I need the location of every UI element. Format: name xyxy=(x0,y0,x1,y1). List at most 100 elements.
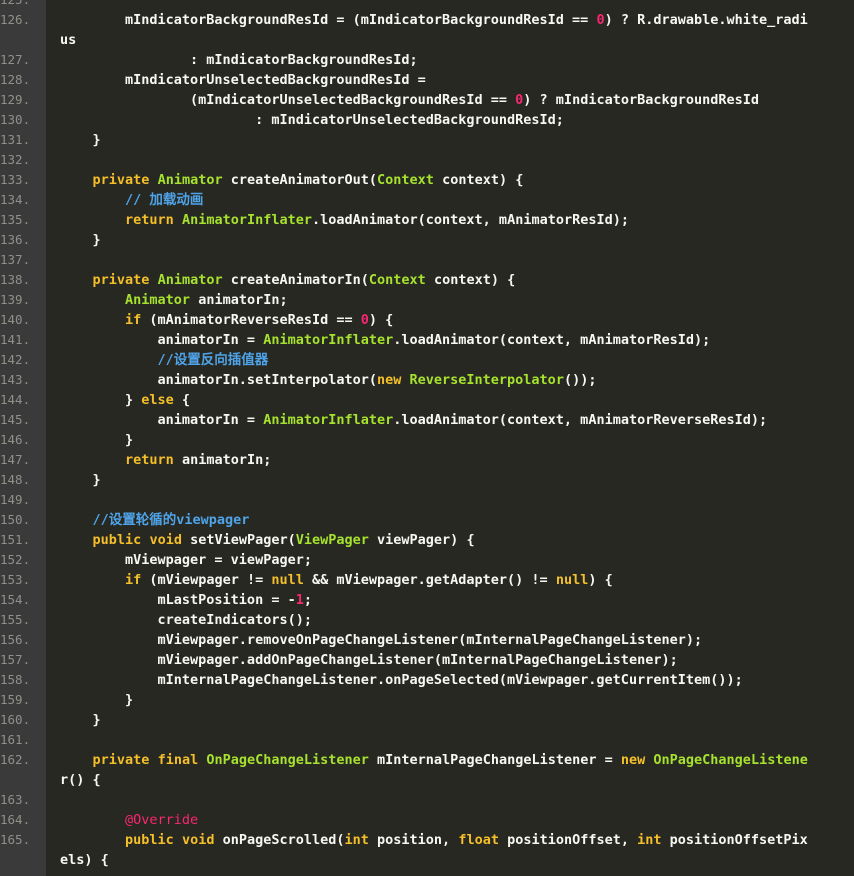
line-code: } xyxy=(60,692,134,708)
line-code: private final OnPageChangeListener mInte… xyxy=(92,752,808,768)
code-line: 142. //设置反向插值器 xyxy=(0,350,854,370)
line-number: 129. xyxy=(0,92,31,107)
code-line: 140. if (mAnimatorReverseResId == 0) { xyxy=(0,310,854,330)
code-line: 125. xyxy=(0,0,854,10)
line-number: 143. xyxy=(0,372,31,387)
code-line: 152. mViewpager = viewPager; xyxy=(0,550,854,570)
line-number: 148. xyxy=(0,472,31,487)
code-line: 126. mIndicatorBackgroundResId = (mIndic… xyxy=(0,10,854,30)
line-number: 132. xyxy=(0,152,31,167)
line-code: private Animator createAnimatorIn(Contex… xyxy=(92,272,516,288)
line-number: 127. xyxy=(0,52,31,67)
line-code: createIndicators(); xyxy=(60,612,312,628)
line-code: animatorIn = AnimatorInflater.loadAnimat… xyxy=(60,412,768,428)
line-code: } xyxy=(60,232,101,248)
code-line: 157. mViewpager.addOnPageChangeListener(… xyxy=(0,650,854,670)
line-code: } xyxy=(60,432,134,448)
line-code: Animator animatorIn; xyxy=(125,292,288,308)
line-code: : mIndicatorBackgroundResId; xyxy=(60,52,418,68)
line-code: } xyxy=(60,472,101,488)
code-line: 150. //设置轮循的viewpager xyxy=(0,510,854,530)
line-number: 153. xyxy=(0,572,31,587)
line-code: els) { xyxy=(60,852,109,868)
line-code: mViewpager = viewPager; xyxy=(60,552,312,568)
line-code: } xyxy=(60,132,101,148)
code-line: 141. animatorIn = AnimatorInflater.loadA… xyxy=(0,330,854,350)
line-number: 149. xyxy=(0,492,31,507)
code-line: 165. public void onPageScrolled(int posi… xyxy=(0,830,854,850)
line-code: animatorIn.setInterpolator(new ReverseIn… xyxy=(60,372,597,388)
line-code: public void setViewPager(ViewPager viewP… xyxy=(92,532,475,548)
code-line: 153. if (mViewpager != null && mViewpage… xyxy=(0,570,854,590)
code-line: 154. mLastPosition = -1; xyxy=(0,590,854,610)
code-editor[interactable]: 125.126. mIndicatorBackgroundResId = (mI… xyxy=(0,0,854,876)
line-number: 156. xyxy=(0,632,31,647)
code-line: 163. xyxy=(0,790,854,810)
line-code: //设置轮循的viewpager xyxy=(92,512,250,528)
line-number: 140. xyxy=(0,312,31,327)
code-line: 143. animatorIn.setInterpolator(new Reve… xyxy=(0,370,854,390)
code-line: 156. mViewpager.removeOnPageChangeListen… xyxy=(0,630,854,650)
line-code: private Animator createAnimatorOut(Conte… xyxy=(92,172,524,188)
code-line: 145. animatorIn = AnimatorInflater.loadA… xyxy=(0,410,854,430)
line-number: 142. xyxy=(0,352,31,367)
line-number: 136. xyxy=(0,232,31,247)
code-line: 148. } xyxy=(0,470,854,490)
line-number: 137. xyxy=(0,252,31,267)
line-number: 146. xyxy=(0,432,31,447)
line-number: 163. xyxy=(0,792,31,807)
line-number: 135. xyxy=(0,212,31,227)
code-line: 135. return AnimatorInflater.loadAnimato… xyxy=(0,210,854,230)
line-number: 155. xyxy=(0,612,31,627)
code-line: els) { xyxy=(0,850,854,870)
line-number: 134. xyxy=(0,192,31,207)
code-line: 162. private final OnPageChangeListener … xyxy=(0,750,854,770)
line-code: mInternalPageChangeListener.onPageSelect… xyxy=(60,672,743,688)
line-code: //设置反向插值器 xyxy=(157,352,269,368)
code-line: 146. } xyxy=(0,430,854,450)
line-number: 133. xyxy=(0,172,31,187)
line-number: 128. xyxy=(0,72,31,87)
code-line: 134. // 加载动画 xyxy=(0,190,854,210)
code-line: 130. : mIndicatorUnselectedBackgroundRes… xyxy=(0,110,854,130)
line-number: 164. xyxy=(0,812,31,827)
line-code: } else { xyxy=(60,392,191,408)
code-line: 144. } else { xyxy=(0,390,854,410)
line-number: 130. xyxy=(0,112,31,127)
line-number: 157. xyxy=(0,652,31,667)
line-number: 151. xyxy=(0,532,31,547)
code-line: 159. } xyxy=(0,690,854,710)
code-line: 164. @Override xyxy=(0,810,854,830)
line-number: 158. xyxy=(0,672,31,687)
code-line: 129. (mIndicatorUnselectedBackgroundResI… xyxy=(0,90,854,110)
line-code: return animatorIn; xyxy=(125,452,272,468)
line-code: : mIndicatorUnselectedBackgroundResId; xyxy=(60,112,564,128)
line-code: return AnimatorInflater.loadAnimator(con… xyxy=(125,212,629,228)
code-line: 139. Animator animatorIn; xyxy=(0,290,854,310)
line-number: 139. xyxy=(0,292,31,307)
line-number: 131. xyxy=(0,132,31,147)
line-code: public void onPageScrolled(int position,… xyxy=(125,832,808,848)
code-line: r() { xyxy=(0,770,854,790)
line-number: 144. xyxy=(0,392,31,407)
code-line: 160. } xyxy=(0,710,854,730)
line-number: 162. xyxy=(0,752,31,767)
line-number: 145. xyxy=(0,412,31,427)
code-line: 136. } xyxy=(0,230,854,250)
line-number: 161. xyxy=(0,732,31,747)
line-code: animatorIn = AnimatorInflater.loadAnimat… xyxy=(60,332,711,348)
code-lines: 125.126. mIndicatorBackgroundResId = (mI… xyxy=(0,0,854,870)
code-line: 133. private Animator createAnimatorOut(… xyxy=(0,170,854,190)
line-code: @Override xyxy=(125,812,199,828)
code-line: 138. private Animator createAnimatorIn(C… xyxy=(0,270,854,290)
line-code: if (mViewpager != null && mViewpager.get… xyxy=(125,572,613,588)
code-line: 151. public void setViewPager(ViewPager … xyxy=(0,530,854,550)
code-line: 131. } xyxy=(0,130,854,150)
line-code: mLastPosition = -1; xyxy=(60,592,312,608)
line-code: mIndicatorUnselectedBackgroundResId = xyxy=(60,72,426,88)
code-line: 147. return animatorIn; xyxy=(0,450,854,470)
line-number: 160. xyxy=(0,712,31,727)
line-number: 154. xyxy=(0,592,31,607)
code-line: us xyxy=(0,30,854,50)
line-code: mViewpager.addOnPageChangeListener(mInte… xyxy=(60,652,678,668)
